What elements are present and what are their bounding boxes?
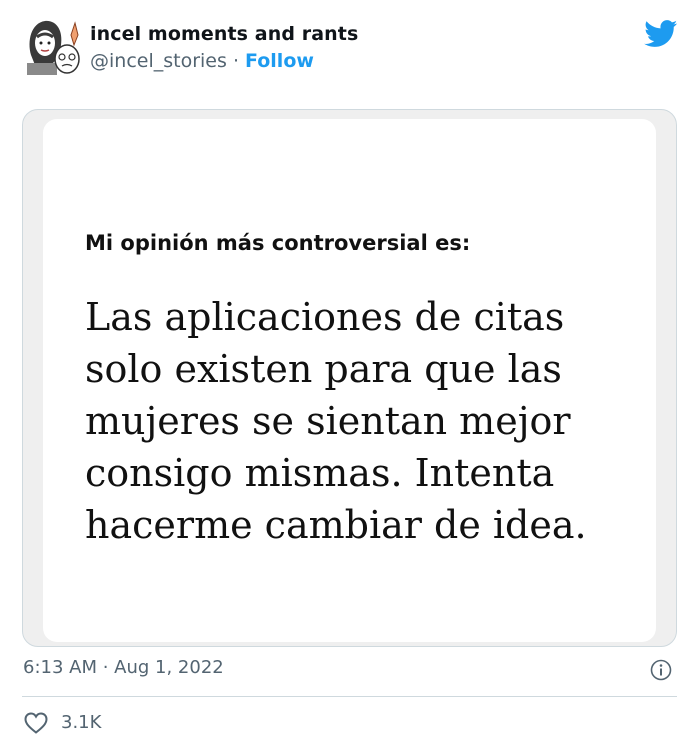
heart-icon	[23, 711, 49, 735]
twitter-bird-icon[interactable]	[644, 20, 678, 48]
quote-card: Mi opinión más controversial es: Las apl…	[43, 119, 656, 642]
likes-count: 3.1K	[61, 712, 102, 733]
avatar[interactable]	[23, 15, 81, 75]
card-heading: Mi opinión más controversial es:	[85, 231, 471, 255]
separator: ·	[232, 50, 239, 72]
author-handle[interactable]: @incel_stories	[90, 50, 227, 72]
follow-button[interactable]: Follow	[245, 50, 314, 72]
like-button[interactable]: 3.1K	[23, 708, 143, 738]
author-name[interactable]: incel moments and rants	[90, 23, 358, 45]
tweet-timestamp[interactable]: 6:13 AM · Aug 1, 2022	[23, 657, 224, 678]
info-icon[interactable]	[650, 659, 672, 681]
card-body: Las aplicaciones de citas solo existen p…	[85, 295, 587, 547]
tweet-header: incel moments and rants @incel_stories ·…	[0, 0, 700, 100]
author-handle-row: @incel_stories · Follow	[90, 50, 314, 72]
tweet-media[interactable]: Mi opinión más controversial es: Las apl…	[22, 109, 677, 647]
divider	[22, 696, 677, 697]
